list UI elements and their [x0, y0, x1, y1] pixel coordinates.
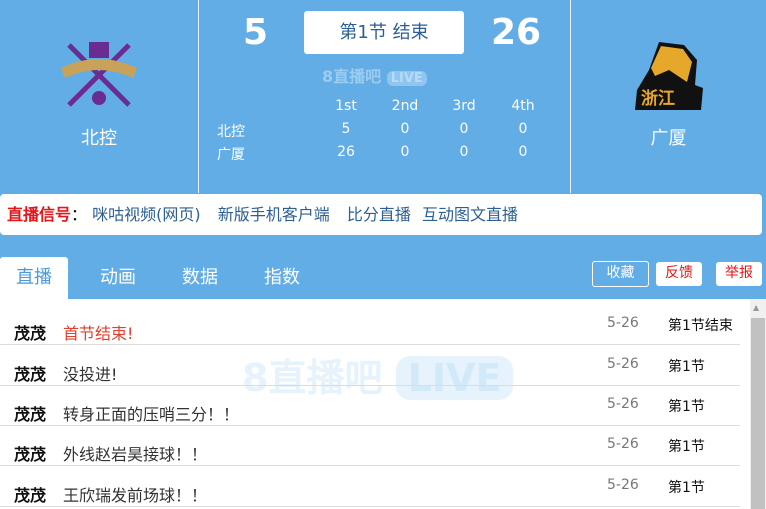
- feed-user: 茂茂: [14, 324, 47, 343]
- tab-animation[interactable]: 动画: [84, 257, 152, 299]
- signal-label: 直播信号: [7, 205, 72, 224]
- live-signal-bar: 直播信号： 咪咕视频(网页) 新版手机客户端 比分直播 互动图文直播: [0, 194, 762, 235]
- quarter-score: 0: [518, 121, 528, 137]
- quarter-score: 26: [337, 144, 355, 160]
- feed-period: 第1节: [668, 439, 705, 455]
- feed-user: 茂茂: [14, 365, 47, 384]
- quarter-score: 0: [400, 144, 410, 160]
- quarter-score: 5: [341, 121, 351, 137]
- live-feed: 8直播吧 LIVE 茂茂 首节结束! 5-26 第1节结束 茂茂 没投进! 5-…: [0, 299, 766, 509]
- feed-score: 5-26: [607, 356, 639, 372]
- scoreboard: 北控 5 第1节 结束 26 8直播吧 LIVE 1st 2nd 3rd 4th…: [0, 0, 766, 193]
- home-score: 5: [243, 12, 269, 53]
- watermark-brand: 8直播吧: [322, 67, 382, 86]
- feed-text: 没投进!: [63, 365, 118, 384]
- feed-period: 第1节: [668, 359, 705, 375]
- signal-link-mobile-client[interactable]: 新版手机客户端: [218, 205, 330, 224]
- feed-period: 第1节: [668, 480, 705, 496]
- feed-user: 茂茂: [14, 445, 47, 464]
- quarter-header: 1st: [335, 98, 357, 114]
- quarter-score: 0: [459, 121, 469, 137]
- tab-stats[interactable]: 数据: [166, 257, 234, 299]
- tab-live[interactable]: 直播: [0, 257, 68, 299]
- row-team: 广厦: [217, 147, 245, 163]
- feed-text: 王欣瑞发前场球！！: [63, 486, 208, 505]
- quarter-score: 0: [400, 121, 410, 137]
- svg-text:浙江: 浙江: [641, 88, 675, 109]
- feed-text: 转身正面的压哨三分！！: [63, 405, 240, 424]
- away-score: 26: [491, 12, 542, 53]
- feedback-button[interactable]: 反馈: [656, 262, 702, 286]
- feed-period: 第1节结束: [668, 318, 733, 334]
- feed-score: 5-26: [607, 477, 639, 493]
- watermark-live: LIVE: [386, 71, 427, 86]
- report-button[interactable]: 举报: [716, 262, 762, 286]
- row-team: 北控: [217, 124, 245, 140]
- feed-score: 5-26: [607, 396, 639, 412]
- zj-lions-logo: 浙江: [634, 42, 703, 110]
- feed-item: 茂茂 首节结束! 5-26 第1节结束: [0, 305, 740, 345]
- quarter-score: 0: [518, 144, 528, 160]
- feed-item: 茂茂 转身正面的压哨三分！！ 5-26 第1节: [0, 386, 740, 426]
- feed-period: 第1节: [668, 399, 705, 415]
- quarter-score: 0: [459, 144, 469, 160]
- quarter-header: 3rd: [452, 98, 476, 114]
- feed-item: 茂茂 没投进! 5-26 第1节: [0, 346, 740, 386]
- tab-odds[interactable]: 指数: [248, 257, 316, 299]
- signal-link-score-live[interactable]: 比分直播: [347, 205, 411, 224]
- quarter-header: 4th: [511, 98, 535, 114]
- signal-link-text-live[interactable]: 互动图文直播: [422, 205, 518, 224]
- feed-item: 茂茂 王欣瑞发前场球！！ 5-26 第1节: [0, 467, 740, 507]
- royal-fighters-logo: [61, 42, 137, 107]
- feed-score: 5-26: [607, 315, 639, 331]
- favorite-button[interactable]: 收藏: [592, 261, 649, 287]
- quarter-header: 2nd: [391, 98, 419, 114]
- feed-text: 外线赵岩昊接球！！: [63, 445, 208, 464]
- feed-user: 茂茂: [14, 405, 47, 424]
- tab-bar: 直播 动画 数据 指数: [0, 254, 766, 299]
- scroll-up-arrow-icon[interactable]: ▲: [753, 303, 759, 312]
- home-team-name: 北控: [81, 128, 117, 149]
- game-status: 第1节 结束: [304, 11, 464, 54]
- signal-separator: ：: [71, 205, 88, 224]
- home-team: 北控: [0, 0, 198, 193]
- scrollbar-thumb[interactable]: [751, 318, 765, 509]
- signal-link-migu[interactable]: 咪咕视频(网页): [92, 205, 201, 224]
- away-team-name: 广厦: [650, 128, 687, 149]
- feed-item: 茂茂 外线赵岩昊接球！！ 5-26 第1节: [0, 426, 740, 466]
- away-team: 浙江 广厦: [571, 0, 766, 193]
- divider: [198, 0, 199, 193]
- feed-score: 5-26: [607, 436, 639, 452]
- feed-user: 茂茂: [14, 486, 47, 505]
- watermark-logo: 8直播吧 LIVE: [322, 63, 427, 87]
- feed-text: 首节结束!: [63, 324, 134, 343]
